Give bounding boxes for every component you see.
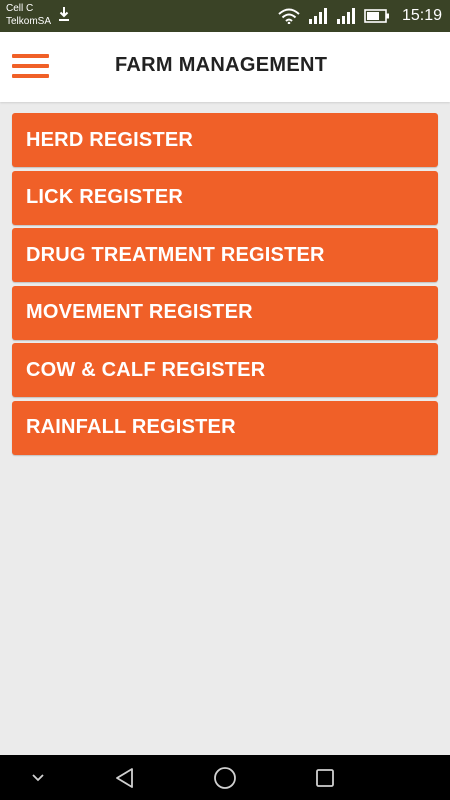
- signal-icon: [308, 8, 327, 24]
- herd-register-button[interactable]: HERD REGISTER: [12, 113, 438, 167]
- cow-calf-register-button[interactable]: COW & CALF REGISTER: [12, 343, 438, 397]
- system-nav-bar: [0, 755, 450, 800]
- lick-register-button[interactable]: LICK REGISTER: [12, 170, 438, 225]
- signal-icon: [336, 8, 355, 24]
- register-menu: HERD REGISTER LICK REGISTER DRUG TREATME…: [12, 113, 438, 458]
- wifi-icon: [278, 8, 300, 24]
- carrier-name-2: TelkomSA: [6, 16, 52, 27]
- battery-icon: [364, 9, 389, 23]
- clock: 15:19: [401, 7, 442, 24]
- back-icon[interactable]: [110, 755, 140, 800]
- download-icon: [59, 7, 69, 21]
- drug-treatment-register-button[interactable]: DRUG TREATMENT REGISTER: [12, 228, 438, 282]
- carrier-name-1: Cell C: [6, 3, 34, 14]
- hamburger-menu-icon[interactable]: [12, 52, 50, 82]
- movement-register-button[interactable]: MOVEMENT REGISTER: [12, 285, 438, 340]
- home-icon[interactable]: [210, 755, 240, 800]
- rainfall-register-button[interactable]: RAINFALL REGISTER: [12, 400, 438, 455]
- chevron-down-icon[interactable]: [26, 755, 50, 800]
- status-bar: Cell C TelkomSA 15:19: [0, 0, 450, 32]
- carrier-info: Cell C TelkomSA: [6, 2, 51, 28]
- recents-icon[interactable]: [310, 755, 340, 800]
- page-title: FARM MANAGEMENT: [115, 54, 328, 76]
- app-bar: FARM MANAGEMENT: [0, 32, 450, 102]
